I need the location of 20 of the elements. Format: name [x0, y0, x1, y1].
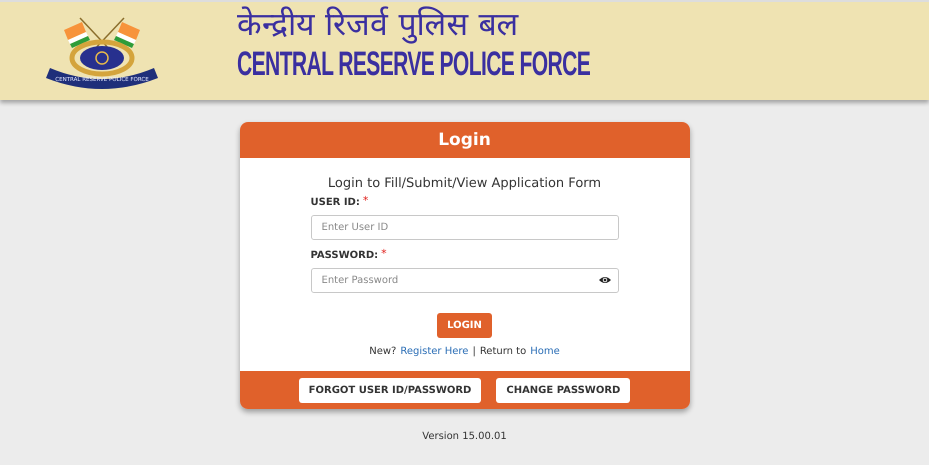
subtitle: Login to Fill/Submit/View Application Form [326, 176, 602, 191]
required-mark: * [381, 250, 387, 258]
english-title: CENTRAL RESERVE POLICE FORCE [237, 44, 590, 84]
password-field[interactable]: Enter Password [310, 268, 618, 293]
version-text: Version 15.00.01 [422, 431, 507, 442]
required-mark: * [362, 197, 368, 205]
field-label: PASSWORD: [310, 250, 378, 261]
user-id-field[interactable]: Enter User ID [310, 215, 618, 240]
separator-text: | [472, 346, 476, 357]
new-text: New? [369, 346, 396, 357]
footer-button[interactable]: FORGOT USER ID/PASSWORD [298, 378, 482, 402]
return-text: Return to [480, 346, 526, 357]
card-title: Login [438, 130, 491, 150]
home-link[interactable]: Home [530, 346, 560, 357]
field-label: USER ID: [310, 197, 360, 208]
hindi-title: केन्द्रीय रिजर्व पुलिस बल [237, 4, 519, 44]
eye-icon[interactable] [598, 276, 610, 284]
register-link[interactable]: Register Here [400, 346, 468, 357]
login-button[interactable]: LOGIN [437, 313, 492, 338]
footer-button[interactable]: CHANGE PASSWORD [496, 378, 630, 402]
